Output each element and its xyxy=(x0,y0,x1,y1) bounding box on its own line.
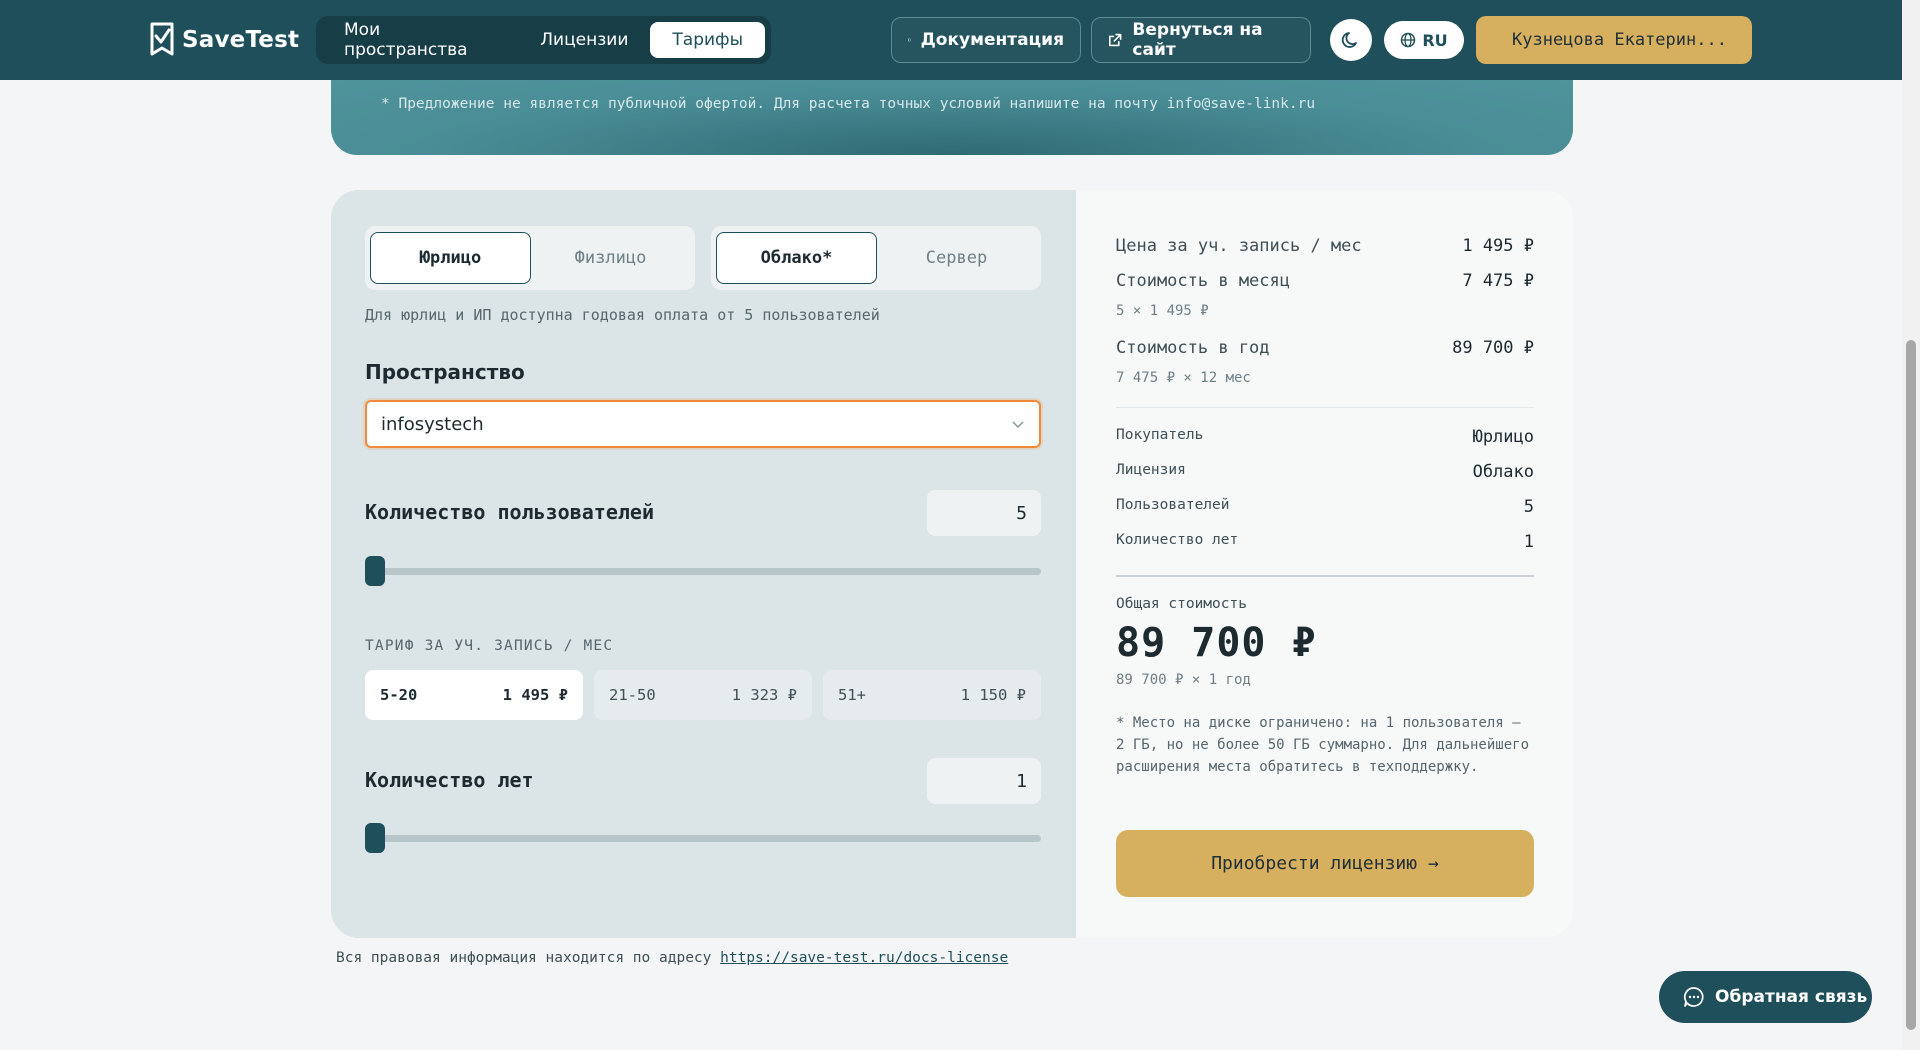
monthly-label: Стоимость в месяц xyxy=(1116,271,1290,291)
yearly-value: 89 700 ₽ xyxy=(1452,338,1534,358)
monthly-value: 7 475 ₽ xyxy=(1462,271,1534,291)
language-label: RU xyxy=(1422,30,1448,50)
price-per-user-label: Цена за уч. запись / мес xyxy=(1116,236,1362,256)
total-label: Общая стоимость xyxy=(1116,596,1247,612)
detail-label: Количество лет xyxy=(1116,532,1239,548)
logo-icon xyxy=(150,22,174,56)
price-summary: Цена за уч. запись / мес 1 495 ₽ Стоимос… xyxy=(1076,190,1573,938)
buy-license-button[interactable]: Приобрести лицензию → xyxy=(1116,830,1534,897)
users-label: Количество пользователей xyxy=(365,500,654,524)
yearly-label: Стоимость в год xyxy=(1116,338,1270,358)
detail-label: Покупатель xyxy=(1116,427,1204,443)
tier-21-50[interactable]: 21-50 1 323 ₽ xyxy=(594,670,812,720)
tariff-label: ТАРИФ ЗА УЧ. ЗАПИСЬ / МЕС xyxy=(365,638,614,654)
space-select[interactable]: infosystech xyxy=(365,400,1041,448)
legal-text: Вся правовая информация находится по адр… xyxy=(336,950,712,966)
user-menu-button[interactable]: Кузнецова Екатерин... xyxy=(1476,16,1752,64)
buyer-option-legal[interactable]: Юрлицо xyxy=(370,232,531,284)
yearly-formula: 7 475 ₽ × 12 мес xyxy=(1116,370,1251,386)
detail-value: Облако xyxy=(1472,462,1534,482)
back-to-site-label: Вернуться на сайт xyxy=(1132,20,1263,60)
detail-row-years: Количество лет 1 xyxy=(1116,532,1534,552)
offer-note: * Предложение не является публичной офер… xyxy=(381,96,1316,112)
nav-tariffs[interactable]: Тарифы xyxy=(650,22,765,58)
calculator-card: Юрлицо Физлицо Облако* Сервер Для юрлиц … xyxy=(331,190,1573,938)
license-option-cloud[interactable]: Облако* xyxy=(716,232,877,284)
years-slider-track xyxy=(365,835,1041,842)
nav-my-spaces[interactable]: Мои пространства xyxy=(322,20,518,60)
detail-value: 1 xyxy=(1523,532,1534,552)
chevron-down-icon xyxy=(1012,421,1024,429)
theme-toggle-button[interactable] xyxy=(1330,19,1372,61)
divider xyxy=(1116,575,1534,577)
tier-51-plus[interactable]: 51+ 1 150 ₽ xyxy=(823,670,1041,720)
yearly-row: Стоимость в год 89 700 ₽ xyxy=(1116,338,1534,358)
users-slider[interactable] xyxy=(365,556,1041,586)
book-icon xyxy=(908,38,911,42)
detail-label: Лицензия xyxy=(1116,462,1186,478)
total-formula: 89 700 ₽ × 1 год xyxy=(1116,672,1251,688)
scrollbar-thumb[interactable] xyxy=(1906,340,1916,1030)
detail-row-license: Лицензия Облако xyxy=(1116,462,1534,482)
buyer-option-individual[interactable]: Физлицо xyxy=(531,232,690,284)
calculator-form: Юрлицо Физлицо Облако* Сервер Для юрлиц … xyxy=(331,190,1076,938)
chat-icon xyxy=(1683,987,1704,1007)
years-input[interactable]: 1 xyxy=(927,758,1041,804)
back-to-site-button[interactable]: Вернуться на сайт xyxy=(1091,17,1311,63)
years-label: Количество лет xyxy=(365,768,534,792)
globe-icon xyxy=(1401,32,1416,48)
payment-hint: Для юрлиц и ИП доступна годовая оплата о… xyxy=(365,306,880,324)
feedback-button[interactable]: Обратная связь xyxy=(1659,971,1872,1023)
users-slider-track xyxy=(365,568,1041,575)
logo[interactable]: SaveTest xyxy=(150,20,299,60)
offer-banner: * Предложение не является публичной офер… xyxy=(331,80,1573,155)
detail-row-users: Пользователей 5 xyxy=(1116,497,1534,517)
price-per-user-value: 1 495 ₽ xyxy=(1462,236,1534,256)
users-input[interactable]: 5 xyxy=(927,490,1041,536)
detail-row-buyer: Покупатель Юрлицо xyxy=(1116,427,1534,447)
top-header: SaveTest Мои пространства Лицензии Тариф… xyxy=(0,0,1902,80)
detail-label: Пользователей xyxy=(1116,497,1230,513)
tier-range: 51+ xyxy=(838,686,866,704)
docs-button-label: Документация xyxy=(920,30,1064,50)
nav-licenses[interactable]: Лицензии xyxy=(518,22,650,58)
monthly-formula: 5 × 1 495 ₽ xyxy=(1116,303,1209,319)
feedback-label: Обратная связь xyxy=(1715,987,1868,1007)
monthly-row: Стоимость в месяц 7 475 ₽ xyxy=(1116,271,1534,291)
divider xyxy=(1116,407,1534,408)
years-slider-thumb[interactable] xyxy=(365,823,385,853)
tier-price: 1 323 ₽ xyxy=(731,686,797,704)
years-slider[interactable] xyxy=(365,823,1041,853)
detail-value: Юрлицо xyxy=(1472,427,1534,447)
users-slider-thumb[interactable] xyxy=(365,556,385,586)
buyer-type-toggle: Юрлицо Физлицо xyxy=(365,226,695,290)
space-select-value: infosystech xyxy=(381,413,484,435)
tier-range: 5-20 xyxy=(380,686,418,704)
legal-link[interactable]: https://save-test.ru/docs-license xyxy=(720,950,1008,966)
tier-range: 21-50 xyxy=(609,686,656,704)
license-option-server[interactable]: Сервер xyxy=(877,232,1036,284)
total-value: 89 700 ₽ xyxy=(1116,620,1317,666)
legal-info: Вся правовая информация находится по адр… xyxy=(336,950,1008,966)
disk-space-note: * Место на диске ограничено: на 1 пользо… xyxy=(1116,715,1530,775)
logo-text: SaveTest xyxy=(182,27,300,53)
moon-icon xyxy=(1341,32,1357,48)
docs-button[interactable]: Документация xyxy=(891,17,1081,63)
license-type-toggle: Облако* Сервер xyxy=(711,226,1041,290)
external-link-icon xyxy=(1108,33,1122,47)
main-nav: Мои пространства Лицензии Тарифы xyxy=(316,16,771,64)
price-per-user-row: Цена за уч. запись / мес 1 495 ₽ xyxy=(1116,236,1534,256)
space-label: Пространство xyxy=(365,360,525,384)
tier-5-20[interactable]: 5-20 1 495 ₽ xyxy=(365,670,583,720)
tier-price: 1 150 ₽ xyxy=(960,686,1026,704)
detail-value: 5 xyxy=(1523,497,1534,517)
user-name: Кузнецова Екатерин... xyxy=(1512,30,1727,50)
tier-price: 1 495 ₽ xyxy=(502,686,568,704)
language-button[interactable]: RU xyxy=(1384,21,1464,59)
